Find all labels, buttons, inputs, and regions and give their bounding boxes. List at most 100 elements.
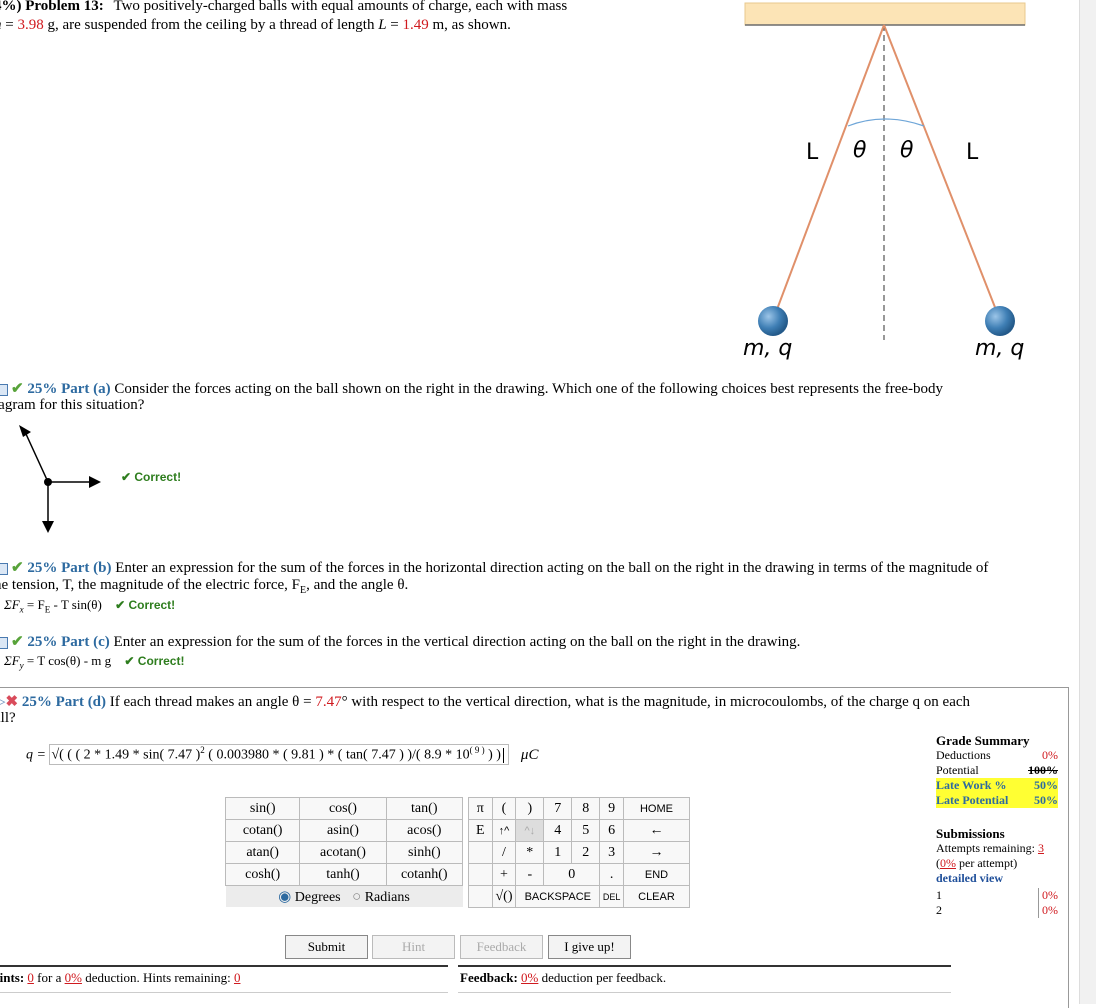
check-icon: ✔ — [11, 560, 24, 576]
key-7[interactable]: 7 — [543, 797, 573, 820]
part-c-rest: = T cos(θ) - m g — [23, 653, 112, 668]
part-c-toggle-icon[interactable] — [0, 636, 8, 649]
problem-text-1: Two positively-charged balls with equal … — [113, 0, 568, 14]
grade-summary-title: Grade Summary — [936, 733, 1030, 748]
key-8[interactable]: 8 — [571, 797, 601, 820]
problem-text-2: g, are suspended from the ceiling by a t… — [43, 17, 379, 33]
key-tanh[interactable]: tanh() — [299, 863, 387, 886]
key-3[interactable]: 3 — [599, 841, 624, 864]
late-work-value: 50% — [1034, 778, 1058, 792]
part-d-question-post: ° with respect to the vertical direction… — [341, 694, 971, 710]
key-home[interactable]: HOME — [622, 797, 691, 820]
hints-pct: 0% — [64, 970, 82, 985]
detailed-view-link[interactable]: detailed view — [936, 871, 1058, 886]
key-dot[interactable]: . — [599, 863, 624, 886]
key-end[interactable]: END — [622, 863, 691, 886]
feedback-button[interactable]: Feedback — [460, 935, 543, 959]
key-1[interactable]: 1 — [543, 841, 573, 864]
key-4[interactable]: 4 — [543, 819, 573, 842]
per-attempt-value: 0% — [940, 856, 956, 870]
potential-label: Potential — [936, 763, 979, 777]
submit-button[interactable]: Submit — [285, 935, 368, 959]
key-2[interactable]: 2 — [571, 841, 601, 864]
key-6[interactable]: 6 — [599, 819, 624, 842]
give-up-button[interactable]: I give up! — [548, 935, 631, 959]
key-cos[interactable]: cos() — [299, 797, 387, 820]
potential-value: 100% — [1028, 763, 1058, 777]
label-L-right: L — [966, 140, 979, 165]
submission-num: 1 — [936, 888, 942, 902]
late-work-row: Late Work % 50% — [936, 778, 1058, 793]
key-0[interactable]: 0 — [543, 863, 601, 886]
part-d-question-2: all? — [0, 710, 16, 726]
key-acos[interactable]: acos() — [385, 819, 464, 842]
part-b-header: ✔ 25% Part (b) Enter an expression for t… — [0, 558, 988, 577]
free-body-diagram — [19, 425, 101, 533]
attempts-label: Attempts remaining: — [936, 841, 1038, 855]
part-a-toggle-icon[interactable] — [0, 383, 8, 396]
feedback-text: deduction per feedback. — [538, 970, 667, 985]
key-lparen[interactable]: ( — [491, 797, 517, 820]
radians-radio[interactable]: ○ — [352, 889, 361, 905]
key-div[interactable]: / — [491, 841, 517, 864]
hints-remaining: 0 — [233, 970, 241, 985]
problem-number: 4%) Problem 13: — [0, 0, 104, 14]
answer-label: q = — [26, 747, 50, 763]
tension-vector — [25, 433, 49, 483]
answer-expr-3: ) ) — [484, 747, 501, 763]
key-atan[interactable]: atan() — [224, 841, 301, 864]
vertical-scrollbar[interactable] — [1079, 0, 1096, 1004]
problem-statement-line-2: n = 3.98 g, are suspended from the ceili… — [0, 17, 511, 34]
key-sinh[interactable]: sinh() — [385, 841, 464, 864]
key-cosh[interactable]: cosh() — [224, 863, 301, 886]
cross-icon: ✖ — [5, 694, 19, 710]
key-9[interactable]: 9 — [599, 797, 624, 820]
part-b-rest: - T sin(θ) — [50, 597, 102, 612]
key-up[interactable]: ↑^ — [491, 819, 517, 842]
part-b-question-2-text: ne tension, T, the magnitude of the elec… — [0, 577, 301, 593]
key-plus[interactable]: + — [491, 863, 517, 886]
hints-footer: lints: 0 for a 0% deduction. Hints remai… — [0, 970, 240, 986]
late-work-label: Late Work % — [936, 778, 1007, 792]
feedback-footer: Feedback: 0% deduction per feedback. — [460, 970, 666, 986]
submission-row: 1 0% — [936, 888, 1058, 903]
attempts-value: 3 — [1037, 841, 1044, 855]
key-cotanh[interactable]: cotanh() — [385, 863, 464, 886]
key-left[interactable]: ← — [622, 819, 691, 842]
key-sin[interactable]: sin() — [224, 797, 301, 820]
part-b-toggle-icon[interactable] — [0, 562, 8, 575]
key-pi[interactable]: π — [468, 797, 493, 820]
key-cotan[interactable]: cotan() — [224, 819, 301, 842]
left-ball — [758, 306, 788, 336]
key-5[interactable]: 5 — [571, 819, 601, 842]
hint-button[interactable]: Hint — [372, 935, 455, 959]
part-b-answer: ΣFx = FE - T sin(θ) ✔ Correct! — [4, 597, 175, 615]
pendulum-diagram — [744, 2, 1026, 340]
part-c-question: Enter an expression for the sum of the f… — [113, 634, 801, 650]
key-tan[interactable]: tan() — [385, 797, 464, 820]
key-backspace[interactable]: BACKSPACE — [515, 885, 601, 908]
ball-point — [44, 478, 52, 486]
answer-row: q = √( ( ( 2 * 1.49 * sin( 7.47 )2 ( 0.0… — [26, 744, 538, 765]
hints-deduction: deduction. Hints remaining: — [81, 970, 234, 985]
key-e[interactable]: E — [468, 819, 493, 842]
degrees-radio[interactable]: ◉ — [278, 889, 291, 905]
key-sqrt[interactable]: √() — [491, 885, 517, 908]
deductions-row: Deductions 0% — [936, 748, 1058, 763]
key-acotan[interactable]: acotan() — [299, 841, 387, 864]
key-asin[interactable]: asin() — [299, 819, 387, 842]
key-mul[interactable]: * — [515, 841, 545, 864]
tension-arrowhead — [19, 425, 31, 437]
key-del[interactable]: DEL — [599, 885, 624, 908]
key-right[interactable]: → — [622, 841, 691, 864]
part-c-answer: ΣFy = T cos(θ) - m g ✔ Correct! — [4, 653, 184, 671]
key-clear[interactable]: CLEAR — [622, 885, 691, 908]
key-minus[interactable]: - — [515, 863, 545, 886]
key-down[interactable]: ^↓ — [515, 819, 545, 842]
left-thread — [772, 24, 885, 321]
part-d-header: ▷✖ 25% Part (d) If each thread makes an … — [0, 692, 970, 711]
ceiling — [744, 2, 1026, 26]
answer-input[interactable]: √( ( ( 2 * 1.49 * sin( 7.47 )2 ( 0.00398… — [49, 744, 510, 765]
key-rparen[interactable]: ) — [515, 797, 545, 820]
equals: = — [386, 17, 403, 33]
